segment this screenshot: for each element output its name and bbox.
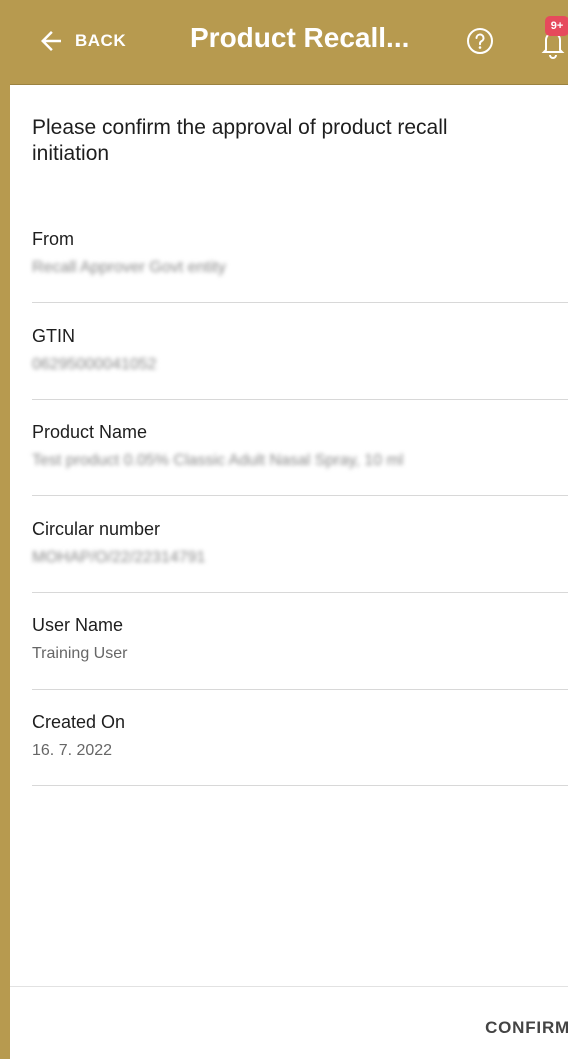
- field-created-on: Created On 16. 7. 2022: [32, 712, 568, 762]
- divider: [32, 495, 568, 496]
- notification-badge: 9+: [545, 16, 568, 36]
- help-icon[interactable]: [465, 26, 495, 56]
- back-label: BACK: [75, 31, 127, 50]
- back-button[interactable]: BACK: [36, 24, 126, 58]
- field-value: MOHAP/O/22/22314791: [32, 549, 206, 566]
- app-bar: BACK Product Recall... 9+: [10, 0, 568, 85]
- field-product-name: Product Name Test product 0.05% Classic …: [32, 422, 568, 472]
- divider: [32, 399, 568, 400]
- field-value: Training User: [32, 645, 128, 662]
- field-circular-number: Circular number MOHAP/O/22/22314791: [32, 519, 568, 569]
- app-frame: BACK Product Recall... 9+ Please confirm…: [0, 0, 568, 1059]
- page-title: Product Recall...: [190, 22, 410, 53]
- field-label: Product Name: [32, 422, 148, 442]
- field-label: GTIN: [32, 326, 75, 346]
- field-label: From: [32, 229, 74, 249]
- divider: [32, 785, 568, 786]
- field-value: 06295000041052: [32, 356, 157, 373]
- field-label: User Name: [32, 615, 124, 635]
- divider: [32, 592, 568, 593]
- confirm-button[interactable]: CONFIRM: [460, 1018, 568, 1038]
- field-value: Recall Approver Govt entity: [32, 259, 226, 276]
- field-user-name: User Name Training User: [32, 615, 568, 665]
- field-value: 16. 7. 2022: [32, 742, 113, 759]
- field-gtin: GTIN 06295000041052: [32, 326, 568, 376]
- divider: [32, 689, 568, 690]
- divider: [32, 302, 568, 303]
- field-from: From Recall Approver Govt entity: [32, 229, 568, 279]
- footer-divider: [10, 986, 568, 987]
- field-label: Created On: [32, 712, 126, 732]
- arrow-left-icon: [41, 31, 61, 51]
- confirmation-prompt: Please confirm the approval of product r…: [32, 116, 448, 165]
- field-label: Circular number: [32, 519, 161, 539]
- field-value: Test product 0.05% Classic Adult Nasal S…: [32, 452, 404, 469]
